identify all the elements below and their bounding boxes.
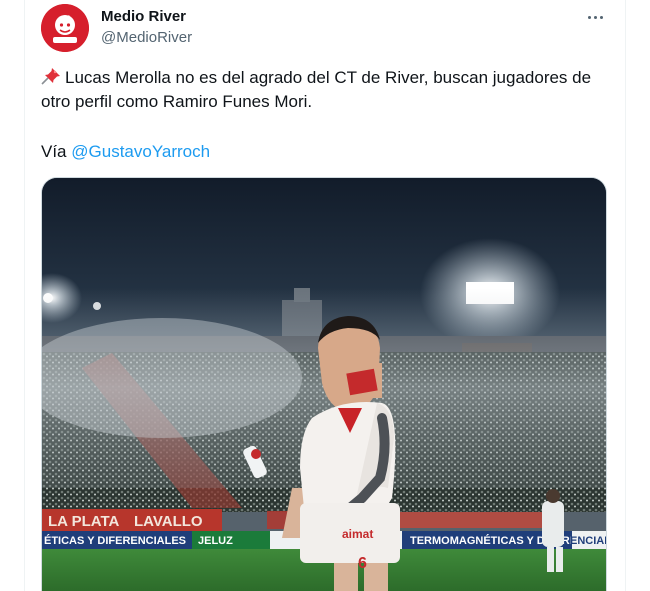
via-mention-link[interactable]: @GustavoYarroch: [71, 142, 210, 161]
stadium-photo: LA PLATA LAVALLO ÉTICAS Y DIFERENCIALES …: [42, 178, 607, 591]
tweet-card[interactable]: Medio River @MedioRiver Lucas Merolla no…: [24, 0, 626, 591]
avatar-logo: [41, 4, 89, 52]
banner-la-plata: LA PLATA: [48, 513, 120, 530]
display-name[interactable]: Medio River: [101, 7, 192, 26]
more-icon[interactable]: [581, 6, 609, 28]
via-label: Vía: [41, 142, 67, 161]
author-block: Medio River @MedioRiver: [101, 7, 192, 47]
ad-right: ENCIAL: [570, 535, 607, 547]
shirt-brand: aimat: [342, 527, 373, 541]
tweet-body: Lucas Merolla no es del agrado del CT de…: [41, 68, 592, 111]
banner-lavallol: LAVALLO: [134, 513, 203, 530]
avatar[interactable]: [41, 4, 89, 52]
ad-left: ÉTICAS Y DIFERENCIALES: [44, 534, 186, 547]
tweet-text: Lucas Merolla no es del agrado del CT de…: [41, 66, 611, 114]
pushpin-icon: [41, 68, 60, 85]
ad-brand: JELUZ: [198, 535, 233, 547]
user-handle[interactable]: @MedioRiver: [101, 28, 192, 47]
tweet-photo[interactable]: LA PLATA LAVALLO ÉTICAS Y DIFERENCIALES …: [41, 177, 607, 591]
shirt-number: 6: [358, 555, 367, 572]
via-line: Vía @GustavoYarroch: [41, 140, 210, 164]
